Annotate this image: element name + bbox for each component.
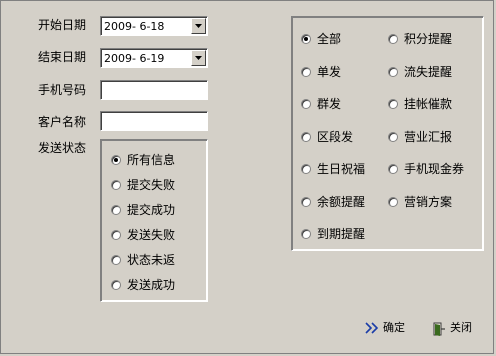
radio-label: 提交失败: [127, 178, 176, 192]
end-date-value: 2009- 6-19: [104, 52, 165, 65]
phone-label: 手机号码: [38, 83, 87, 97]
phone-input[interactable]: [100, 80, 208, 100]
start-date-dropdown-button[interactable]: [191, 18, 206, 34]
radio-label: 状态未返: [127, 253, 176, 267]
chevron-down-icon: [195, 56, 202, 60]
radio-button-icon[interactable]: [301, 164, 311, 174]
chevron-down-icon: [195, 24, 202, 28]
radio-label: 全部: [317, 32, 342, 46]
radio-label: 余额提醒: [317, 194, 366, 209]
radio-label: 积分提醒: [404, 32, 453, 46]
radio-label: 提交成功: [127, 203, 176, 217]
radio-button-icon[interactable]: [388, 164, 398, 174]
radio-label: 所有信息: [127, 153, 176, 167]
radio-label: 单发: [317, 64, 342, 79]
radio-label: 营业汇报: [404, 129, 453, 144]
radio-button-icon[interactable]: [111, 180, 121, 190]
radio-button-icon[interactable]: [388, 66, 398, 77]
radio-button-icon[interactable]: [111, 155, 121, 165]
radio-label: 发送成功: [127, 278, 176, 292]
customer-label: 客户名称: [38, 115, 87, 129]
end-date-dropdown-button[interactable]: [191, 50, 206, 66]
send-status-label: 发送状态: [38, 141, 87, 155]
start-date-value: 2009- 6-18: [104, 20, 165, 33]
confirm-label: 确定: [383, 321, 405, 334]
radio-button-icon[interactable]: [111, 230, 121, 240]
radio-label: 发送失败: [127, 228, 176, 242]
radio-label: 营销方案: [404, 194, 453, 209]
radio-label: 挂帐催款: [404, 97, 453, 111]
radio-button-icon[interactable]: [111, 280, 121, 290]
radio-button-icon[interactable]: [301, 66, 311, 77]
radio-label: 到期提醒: [317, 227, 366, 241]
radio-button-icon[interactable]: [388, 196, 398, 207]
radio-label: 群发: [317, 97, 342, 111]
radio-label: 区段发: [317, 129, 354, 144]
close-label: 关闭: [450, 321, 472, 334]
radio-button-icon[interactable]: [301, 131, 311, 142]
customer-input[interactable]: [100, 111, 208, 131]
end-date-combo[interactable]: 2009- 6-19: [100, 48, 208, 68]
radio-button-icon[interactable]: [301, 229, 311, 239]
radio-button-icon[interactable]: [388, 99, 398, 109]
radio-button-icon[interactable]: [388, 34, 398, 44]
radio-label: 生日祝福: [317, 162, 366, 176]
exit-door-icon: [433, 322, 445, 336]
start-date-combo[interactable]: 2009- 6-18: [100, 16, 208, 36]
radio-button-icon[interactable]: [301, 34, 311, 44]
radio-button-icon[interactable]: [388, 131, 398, 142]
end-date-label: 结束日期: [38, 50, 87, 64]
radio-label: 手机现金券: [404, 162, 465, 176]
radio-button-icon[interactable]: [301, 196, 311, 207]
start-date-label: 开始日期: [38, 18, 87, 32]
radio-label: 流失提醒: [404, 64, 453, 79]
radio-button-icon[interactable]: [111, 205, 121, 215]
double-chevron-right-icon: [365, 322, 379, 334]
radio-button-icon[interactable]: [301, 99, 311, 109]
radio-button-icon[interactable]: [111, 255, 121, 265]
